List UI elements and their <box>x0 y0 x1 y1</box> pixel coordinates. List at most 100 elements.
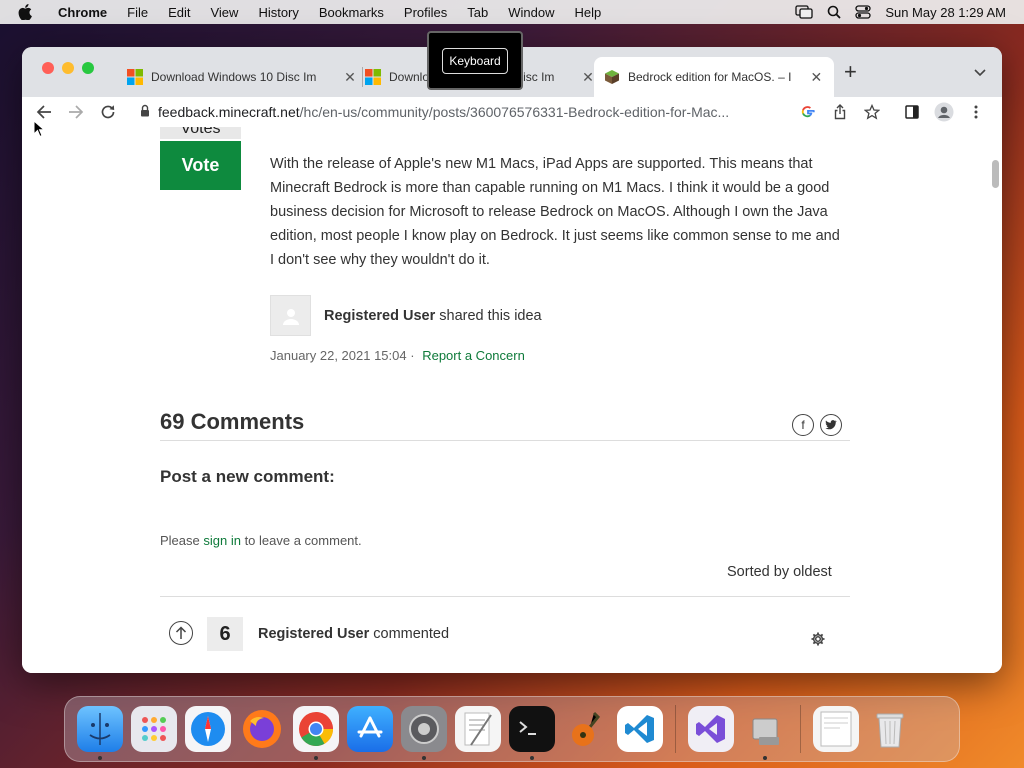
url-host: feedback.minecraft.net <box>158 104 300 120</box>
visual-studio-icon[interactable] <box>688 706 734 752</box>
zoom-window-button[interactable] <box>82 62 94 74</box>
comment-item: 6 Registered User commented <box>160 617 850 657</box>
chrome-window: Download Windows 10 Disc Im ✕ Download W… <box>22 47 1002 673</box>
menu-app-chrome[interactable]: Chrome <box>48 5 117 20</box>
report-concern-link[interactable]: Report a Concern <box>422 348 525 363</box>
trash-icon[interactable] <box>867 706 913 752</box>
url-path: /hc/en-us/community/posts/360076576331-B… <box>299 104 730 120</box>
dock-separator <box>800 705 801 753</box>
chrome-icon[interactable] <box>293 706 339 760</box>
tab-bedrock-edition[interactable]: Bedrock edition for MacOS. – I ✕ <box>594 57 834 97</box>
tab-search-chevron-icon[interactable] <box>974 64 986 82</box>
signin-prefix: Please <box>160 533 204 548</box>
terminal-icon[interactable] <box>509 706 555 760</box>
author-line: Registered User shared this idea <box>324 308 542 324</box>
chrome-menu-icon[interactable] <box>965 101 987 123</box>
profile-avatar-icon[interactable] <box>933 101 955 123</box>
post-date: January 22, 2021 15:04 <box>270 348 407 363</box>
avatar[interactable] <box>270 295 311 336</box>
commenter-action: commented <box>373 626 450 642</box>
windows-icon <box>365 69 381 85</box>
launchpad-icon[interactable] <box>131 706 177 752</box>
menu-window[interactable]: Window <box>498 5 564 20</box>
signin-suffix: to leave a comment. <box>240 533 362 548</box>
menu-edit[interactable]: Edit <box>158 5 200 20</box>
page-content: Votes Vote With the release of Apple's n… <box>22 127 1002 673</box>
spotlight-search-icon[interactable] <box>827 5 841 19</box>
reload-icon[interactable] <box>92 97 124 127</box>
garageband-icon[interactable] <box>563 706 609 752</box>
menu-help[interactable]: Help <box>565 5 612 20</box>
google-translate-icon[interactable] <box>797 101 819 123</box>
browser-toolbar: feedback.minecraft.net /hc/en-us/communi… <box>22 97 1002 127</box>
menu-bookmarks[interactable]: Bookmarks <box>309 5 394 20</box>
post-author: Registered User shared this idea <box>270 295 542 336</box>
boot-camp-assistant-icon[interactable] <box>742 706 788 760</box>
safari-icon[interactable] <box>185 706 231 752</box>
running-indicator <box>763 756 767 760</box>
meta-separator: · <box>410 348 415 363</box>
screen-mirroring-icon[interactable] <box>795 5 813 19</box>
commenter-line: Registered User commented <box>258 626 449 642</box>
sign-in-link[interactable]: sign in <box>203 533 241 548</box>
minecraft-icon <box>604 69 620 85</box>
close-window-button[interactable] <box>42 62 54 74</box>
running-indicator <box>98 756 102 760</box>
post-body: With the release of Apple's new M1 Macs,… <box>270 156 840 268</box>
lock-icon[interactable] <box>140 104 150 120</box>
votes-label: Votes <box>160 127 241 139</box>
social-share: f <box>792 414 842 436</box>
twitter-icon[interactable] <box>820 414 842 436</box>
menu-history[interactable]: History <box>248 5 308 20</box>
menu-tab[interactable]: Tab <box>457 5 498 20</box>
share-icon[interactable] <box>829 101 851 123</box>
minimize-window-button[interactable] <box>62 62 74 74</box>
tab-download-windows-1[interactable]: Download Windows 10 Disc Im ✕ <box>117 57 368 97</box>
sort-order-dropdown[interactable]: Sorted by oldest <box>727 564 832 580</box>
new-tab-plus-icon[interactable]: + <box>844 61 857 83</box>
app-store-icon[interactable] <box>347 706 393 752</box>
textedit-icon[interactable] <box>455 706 501 752</box>
menu-file[interactable]: File <box>117 5 158 20</box>
running-indicator <box>422 756 426 760</box>
sort-divider <box>160 596 850 597</box>
control-center-icon[interactable] <box>855 5 871 19</box>
running-indicator <box>530 756 534 760</box>
bookmark-star-icon[interactable] <box>861 101 883 123</box>
apple-menu-icon[interactable] <box>18 4 34 20</box>
keyboard-shortcut-overlay: Keyboard <box>427 31 523 90</box>
forward-arrow-icon[interactable] <box>60 97 92 127</box>
vscode-icon[interactable] <box>617 706 663 752</box>
running-indicator <box>314 756 318 760</box>
signin-prompt: Please sign in to leave a comment. <box>160 533 362 548</box>
side-panel-icon[interactable] <box>901 101 923 123</box>
macos-dock <box>64 696 960 762</box>
mouse-pointer-icon <box>33 119 46 143</box>
recent-document-icon[interactable] <box>813 706 859 752</box>
comment-vote-count: 6 <box>207 617 243 651</box>
post-new-comment-heading: Post a new comment: <box>160 467 335 486</box>
toolbar-actions <box>797 97 987 127</box>
tab-close-icon[interactable]: ✕ <box>809 69 824 86</box>
address-bar[interactable]: feedback.minecraft.net /hc/en-us/communi… <box>132 97 862 127</box>
firefox-icon[interactable] <box>239 706 285 752</box>
commenter-name[interactable]: Registered User <box>258 626 369 642</box>
menu-profiles[interactable]: Profiles <box>394 5 457 20</box>
gear-icon[interactable] <box>810 631 826 652</box>
menu-view[interactable]: View <box>200 5 248 20</box>
windows-icon <box>127 69 143 85</box>
post-meta: January 22, 2021 15:04 · Report a Concer… <box>270 348 525 363</box>
tab-title: Download Windows 10 Disc Im <box>151 70 317 84</box>
comments-count-heading: 69 Comments <box>160 409 305 434</box>
author-name[interactable]: Registered User <box>324 308 435 324</box>
author-action: shared this idea <box>439 307 542 324</box>
finder-icon[interactable] <box>77 706 123 760</box>
window-controls <box>42 62 94 74</box>
vote-button[interactable]: Vote <box>160 141 241 190</box>
facebook-icon[interactable]: f <box>792 414 814 436</box>
page-scrollbar[interactable] <box>992 160 999 188</box>
system-preferences-icon[interactable] <box>401 706 447 760</box>
upvote-arrow-icon[interactable] <box>169 621 193 645</box>
tab-title: Bedrock edition for MacOS. – I <box>628 70 792 84</box>
menubar-clock[interactable]: Sun May 28 1:29 AM <box>885 5 1006 20</box>
